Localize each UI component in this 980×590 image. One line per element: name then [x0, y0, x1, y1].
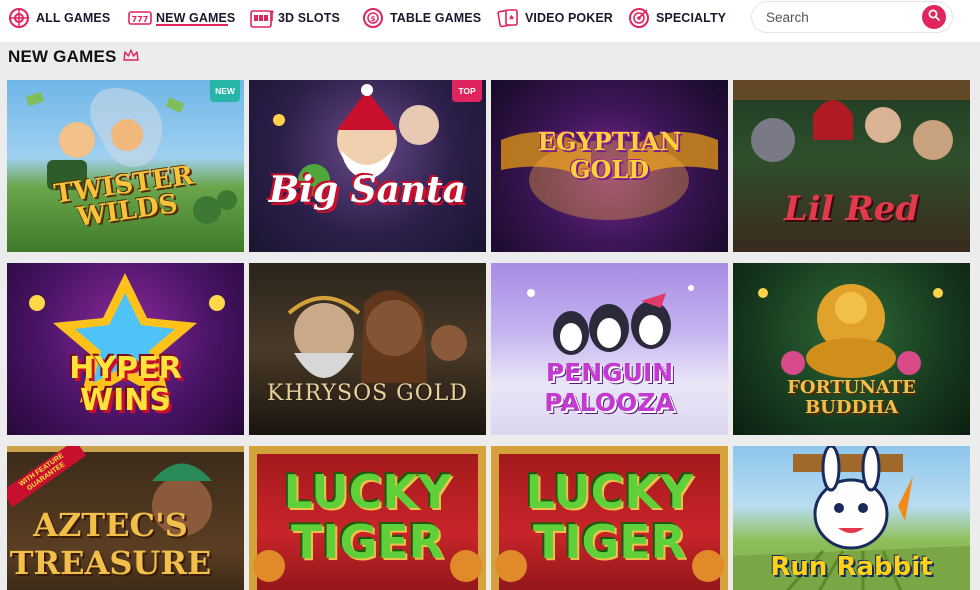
- game-artwork: TWISTER WILDS: [7, 80, 244, 252]
- new-badge: NEW: [210, 80, 240, 102]
- chip-icon: $: [362, 7, 384, 29]
- game-artwork: Big Santa: [249, 80, 486, 252]
- game-title: LUCKY TIGER: [283, 465, 452, 569]
- game-artwork: LUCKY TIGER: [491, 446, 728, 590]
- game-title: EGYPTIAN GOLD: [537, 127, 682, 184]
- top-navigation: ALL GAMES 777 NEW GAMES 3D SLOTS $ TABLE…: [0, 0, 980, 42]
- nav-all-games[interactable]: ALL GAMES: [8, 6, 110, 30]
- game-artwork: PENGUIN PALOOZA: [491, 263, 728, 435]
- svg-text:♠: ♠: [508, 14, 514, 22]
- game-tile[interactable]: KHRYSOS GOLD: [249, 263, 486, 435]
- page-title: NEW GAMES: [8, 47, 117, 66]
- nav-label: 3D SLOTS: [278, 11, 340, 25]
- game-tile[interactable]: WITH FEATURE GUARANTEE AZTEC'S TREASURE: [7, 446, 244, 590]
- game-tile[interactable]: FORTUNATE BUDDHA: [733, 263, 970, 435]
- game-tile[interactable]: Run Rabbit: [733, 446, 970, 590]
- active-tab-indicator: [156, 24, 228, 26]
- game-tile[interactable]: Big Santa TOP: [249, 80, 486, 252]
- game-title: Big Santa: [268, 169, 467, 211]
- game-artwork: Lil Red: [733, 80, 970, 252]
- search-button[interactable]: [922, 5, 946, 29]
- svg-text:777: 777: [132, 15, 149, 24]
- nav-new-games[interactable]: 777 NEW GAMES: [128, 6, 235, 30]
- nav-label: TABLE GAMES: [390, 11, 482, 25]
- game-tile[interactable]: EGYPTIAN GOLD: [491, 80, 728, 252]
- crown-icon: [122, 48, 139, 66]
- nav-specialty[interactable]: SPECIALTY: [628, 6, 726, 30]
- game-artwork: Run Rabbit: [733, 446, 970, 590]
- svg-text:$: $: [371, 15, 376, 23]
- top-badge: TOP: [452, 80, 482, 102]
- search-icon: [928, 8, 940, 26]
- game-title: FORTUNATE BUDDHA: [787, 377, 916, 418]
- game-title: LUCKY TIGER: [525, 465, 694, 569]
- target-icon: [628, 7, 650, 29]
- nav-label: SPECIALTY: [656, 11, 727, 25]
- nav-video-poker[interactable]: ♠ VIDEO POKER: [497, 6, 613, 30]
- game-tile[interactable]: TWISTER WILDS NEW: [7, 80, 244, 252]
- game-tile[interactable]: HYPER WINS: [7, 263, 244, 435]
- game-title: KHRYSOS GOLD: [266, 381, 469, 406]
- roulette-icon: [8, 7, 30, 29]
- game-tile[interactable]: PENGUIN PALOOZA: [491, 263, 728, 435]
- game-title: AZTEC'S TREASURE: [9, 506, 212, 583]
- 777-icon: 777: [128, 7, 152, 29]
- game-title: PENGUIN PALOOZA: [544, 358, 675, 417]
- game-artwork: EGYPTIAN GOLD: [491, 80, 728, 252]
- game-artwork: LUCKY TIGER: [249, 446, 486, 590]
- game-artwork: HYPER WINS: [7, 263, 244, 435]
- section-heading: NEW GAMES: [8, 47, 139, 67]
- game-tile[interactable]: Lil Red: [733, 80, 970, 252]
- game-title: HYPER WINS: [69, 351, 182, 418]
- game-artwork: WITH FEATURE GUARANTEE AZTEC'S TREASURE: [7, 446, 244, 590]
- game-tile[interactable]: LUCKY TIGER: [249, 446, 486, 590]
- game-tile[interactable]: LUCKY TIGER: [491, 446, 728, 590]
- slot-machine-icon: [250, 7, 274, 29]
- search-input[interactable]: [766, 8, 916, 26]
- game-artwork: KHRYSOS GOLD: [249, 263, 486, 435]
- search-box: [752, 2, 952, 32]
- nav-3d-slots[interactable]: 3D SLOTS: [250, 6, 340, 30]
- nav-label: VIDEO POKER: [525, 11, 613, 25]
- game-title: Run Rabbit: [770, 552, 933, 582]
- nav-label: NEW GAMES: [156, 11, 236, 25]
- nav-label: ALL GAMES: [36, 11, 111, 25]
- game-title: Lil Red: [783, 189, 920, 229]
- game-artwork: FORTUNATE BUDDHA: [733, 263, 970, 435]
- nav-table-games[interactable]: $ TABLE GAMES: [362, 6, 481, 30]
- cards-icon: ♠: [497, 7, 519, 29]
